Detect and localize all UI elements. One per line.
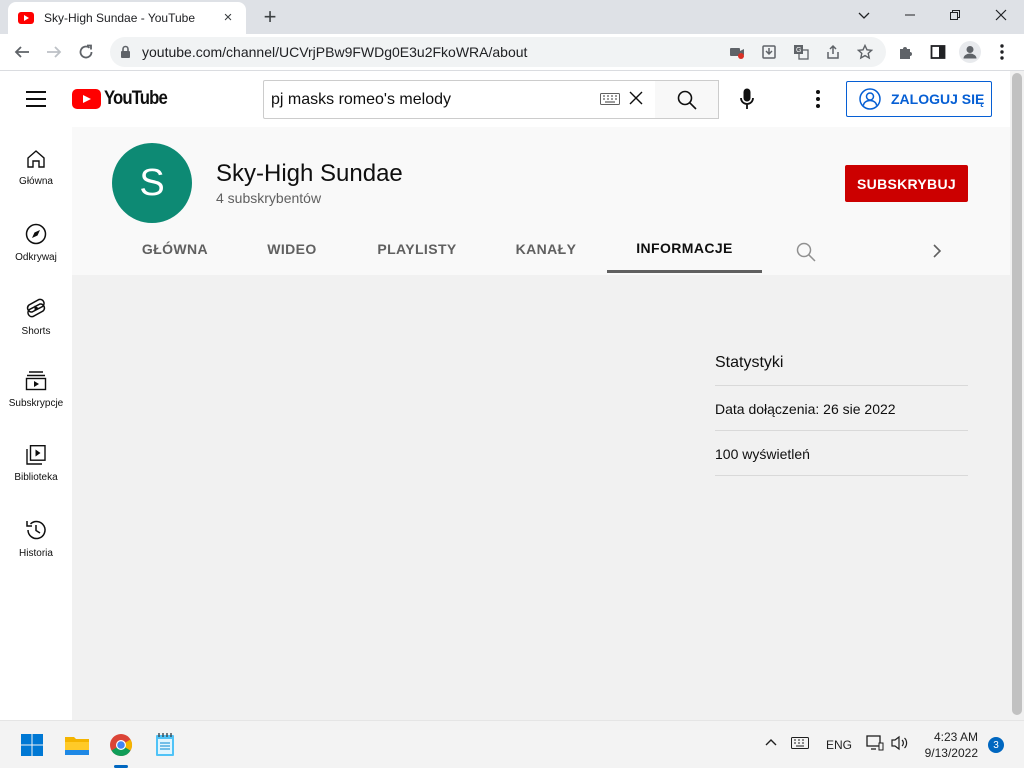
youtube-wordmark: YouTube bbox=[104, 88, 168, 109]
new-tab-button[interactable]: + bbox=[258, 6, 282, 28]
settings-more-icon[interactable] bbox=[808, 88, 828, 110]
compass-icon bbox=[25, 223, 47, 245]
sign-in-button[interactable]: ZALOGUJ SIĘ bbox=[846, 81, 992, 117]
close-window-button[interactable] bbox=[978, 0, 1024, 30]
translate-icon[interactable]: G bbox=[792, 43, 810, 61]
mini-guide: Główna Odkrywaj Shorts Subskrypcje Bibli… bbox=[0, 127, 72, 720]
browser-toolbar: youtube.com/channel/UCVrjPBw9FWDg0E3u2Fk… bbox=[0, 34, 1024, 71]
search-button[interactable] bbox=[655, 80, 719, 119]
subscribe-button[interactable]: SUBSKRYBUJ bbox=[845, 165, 968, 202]
subscriber-count: 4 subskrybentów bbox=[216, 190, 322, 206]
search-input[interactable]: pj masks romeo's melody bbox=[271, 91, 451, 109]
search-box[interactable]: pj masks romeo's melody bbox=[263, 80, 656, 119]
notepad-icon[interactable] bbox=[149, 729, 181, 761]
subscriptions-icon bbox=[25, 371, 47, 391]
channel-avatar[interactable]: S bbox=[112, 143, 192, 223]
lock-icon bbox=[120, 45, 131, 59]
stats-title: Statystyki bbox=[715, 345, 968, 386]
guide-item-label: Odkrywaj bbox=[15, 252, 57, 263]
guide-item-label: Biblioteka bbox=[14, 472, 58, 483]
tab-home[interactable]: GŁÓWNA bbox=[128, 225, 222, 273]
page-scrollbar[interactable] bbox=[1010, 71, 1024, 720]
channel-header: S Sky-High Sundae 4 subskrybentów SUBSKR… bbox=[72, 127, 1010, 275]
notification-count-badge[interactable]: 3 bbox=[988, 737, 1004, 753]
svg-text:G: G bbox=[796, 47, 801, 54]
youtube-favicon-icon bbox=[18, 12, 34, 24]
reload-icon[interactable] bbox=[74, 40, 98, 64]
guide-item-history[interactable]: Historia bbox=[0, 497, 72, 571]
account-circle-icon bbox=[859, 88, 881, 110]
clock-date: 9/13/2022 bbox=[924, 746, 978, 760]
address-bar[interactable]: youtube.com/channel/UCVrjPBw9FWDg0E3u2Fk… bbox=[110, 37, 886, 67]
profile-avatar-icon[interactable] bbox=[958, 40, 982, 64]
forward-arrow-icon[interactable] bbox=[42, 40, 66, 64]
tab-videos[interactable]: WIDEO bbox=[252, 225, 332, 273]
guide-item-label: Historia bbox=[19, 548, 53, 559]
tab-about[interactable]: INFORMACJE bbox=[607, 225, 762, 273]
guide-item-library[interactable]: Biblioteka bbox=[0, 423, 72, 497]
share-icon[interactable] bbox=[824, 43, 842, 61]
tab-channels[interactable]: KANAŁY bbox=[502, 225, 590, 273]
joined-date: Data dołączenia: 26 sie 2022 bbox=[715, 386, 968, 431]
back-arrow-icon[interactable] bbox=[10, 40, 34, 64]
minimize-button[interactable] bbox=[887, 0, 933, 30]
clock-time: 4:23 AM bbox=[933, 730, 978, 744]
bookmark-star-icon[interactable] bbox=[856, 43, 874, 61]
tab-playlists[interactable]: PLAYLISTY bbox=[364, 225, 470, 273]
touch-keyboard-icon[interactable] bbox=[791, 737, 809, 749]
channel-search-icon[interactable] bbox=[796, 242, 816, 262]
scrollbar-thumb[interactable] bbox=[1012, 73, 1022, 715]
tab-title: Sky-High Sundae - YouTube bbox=[44, 11, 195, 25]
guide-item-label: Shorts bbox=[21, 326, 51, 337]
shorts-icon bbox=[26, 298, 46, 318]
keyboard-icon[interactable] bbox=[600, 93, 620, 105]
search-icon bbox=[677, 90, 697, 110]
guide-item-label: Subskrypcje bbox=[8, 398, 64, 409]
extensions-puzzle-icon[interactable] bbox=[894, 40, 918, 64]
guide-item-subscriptions[interactable]: Subskrypcje bbox=[0, 349, 72, 423]
tabs-next-chevron-icon[interactable] bbox=[932, 243, 942, 259]
youtube-logo[interactable]: YouTube bbox=[72, 88, 175, 110]
tab-search-chevron-icon[interactable] bbox=[841, 0, 887, 30]
tab-close-icon[interactable]: × bbox=[220, 10, 236, 26]
volume-icon[interactable] bbox=[891, 735, 909, 751]
home-icon bbox=[27, 150, 45, 168]
about-content: Statystyki Data dołączenia: 26 sie 2022 … bbox=[72, 275, 1010, 720]
browser-tab[interactable]: Sky-High Sundae - YouTube × bbox=[8, 2, 246, 34]
youtube-masthead: YouTube pj masks romeo's melody ZALOGUJ … bbox=[0, 71, 1010, 127]
browser-menu-icon[interactable] bbox=[990, 40, 1014, 64]
hamburger-menu-icon[interactable] bbox=[26, 91, 46, 112]
restore-button[interactable] bbox=[932, 0, 978, 30]
taskbar-clock[interactable]: 4:23 AM 9/13/2022 bbox=[918, 729, 978, 761]
clear-search-icon[interactable] bbox=[628, 90, 646, 108]
history-icon bbox=[26, 520, 46, 540]
sign-in-label: ZALOGUJ SIĘ bbox=[891, 91, 985, 107]
chrome-icon[interactable] bbox=[105, 729, 137, 761]
guide-item-label: Główna bbox=[19, 176, 53, 187]
camera-blocked-icon[interactable] bbox=[728, 43, 746, 61]
language-indicator[interactable]: ENG bbox=[826, 738, 852, 752]
install-app-icon[interactable] bbox=[760, 43, 778, 61]
guide-item-explore[interactable]: Odkrywaj bbox=[0, 201, 72, 275]
windows-start-icon[interactable] bbox=[16, 729, 48, 761]
show-hidden-icons-chevron-icon[interactable] bbox=[764, 735, 778, 749]
view-count: 100 wyświetleń bbox=[715, 431, 968, 476]
guide-item-shorts[interactable]: Shorts bbox=[0, 275, 72, 349]
url-text: youtube.com/channel/UCVrjPBw9FWDg0E3u2Fk… bbox=[142, 44, 528, 60]
browser-tab-strip: Sky-High Sundae - YouTube × + bbox=[0, 0, 1024, 34]
network-icon[interactable] bbox=[866, 735, 884, 751]
library-icon bbox=[26, 445, 46, 465]
windows-taskbar: ENG 4:23 AM 9/13/2022 3 bbox=[0, 720, 1024, 768]
stats-panel: Statystyki Data dołączenia: 26 sie 2022 … bbox=[715, 345, 968, 476]
channel-name: Sky-High Sundae bbox=[216, 160, 403, 187]
side-panel-icon[interactable] bbox=[926, 40, 950, 64]
file-explorer-icon[interactable] bbox=[61, 729, 93, 761]
voice-search-mic-icon[interactable] bbox=[735, 87, 759, 111]
youtube-play-icon bbox=[72, 89, 101, 109]
guide-item-home[interactable]: Główna bbox=[0, 127, 72, 201]
